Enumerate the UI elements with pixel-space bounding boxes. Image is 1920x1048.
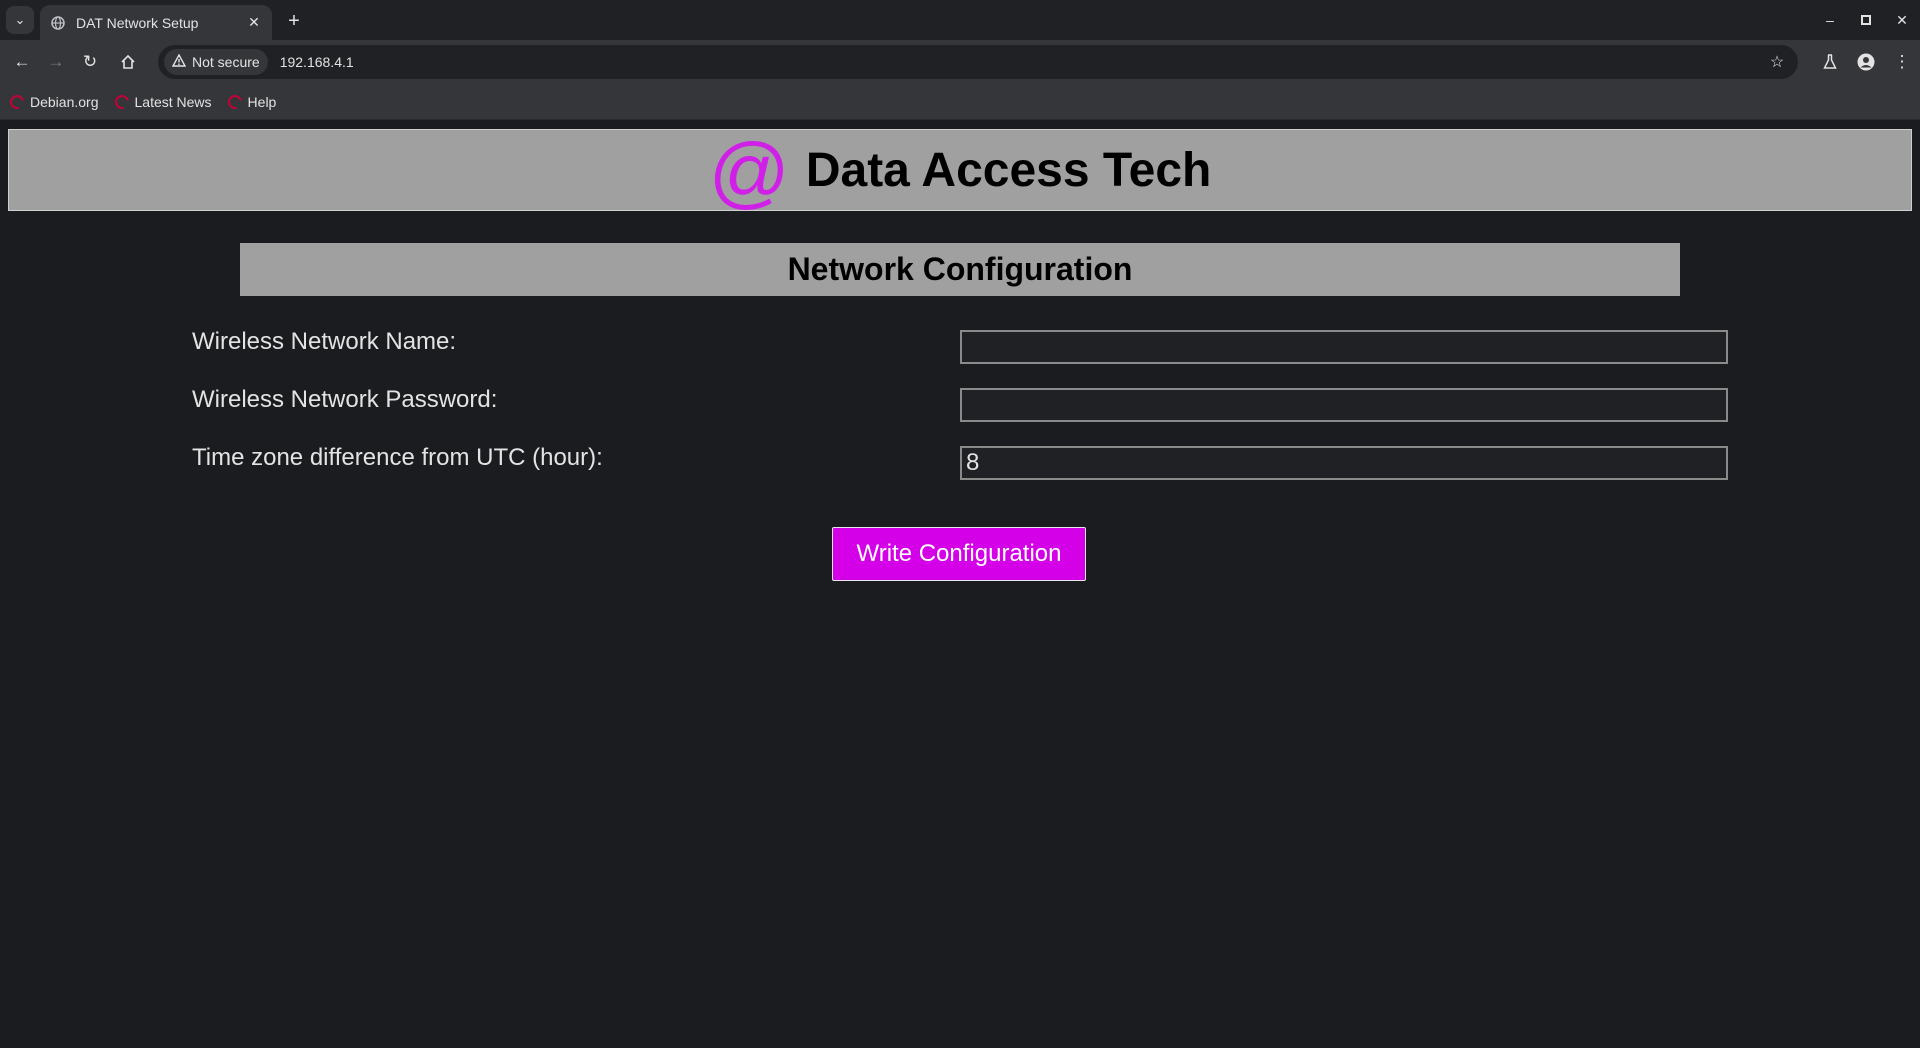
tab-active[interactable]: DAT Network Setup ✕	[40, 5, 272, 40]
debian-icon	[7, 91, 27, 112]
bookmark-label: Latest News	[134, 93, 212, 110]
tab-search-button[interactable]: ⌄	[6, 6, 34, 34]
bookmarks-bar: Debian.org Latest News Help	[0, 84, 1920, 120]
address-bar[interactable]: Not secure 192.168.4.1 ☆	[158, 45, 1798, 79]
security-label: Not secure	[192, 54, 260, 70]
timezone-label: Time zone difference from UTC (hour):	[192, 444, 603, 471]
new-tab-button[interactable]: +	[280, 7, 308, 35]
bookmark-label: Debian.org	[30, 93, 99, 110]
tab-strip: ⌄ DAT Network Setup ✕ + – ✕	[0, 0, 1920, 40]
window-controls: – ✕	[1812, 0, 1920, 40]
forward-arrow-icon[interactable]: →	[42, 48, 70, 76]
header-banner: @ Data Access Tech	[8, 127, 1912, 216]
chevron-down-icon: ⌄	[14, 12, 26, 27]
maximize-icon[interactable]	[1848, 0, 1884, 40]
minimize-icon[interactable]: –	[1812, 0, 1848, 40]
ssid-input[interactable]	[960, 330, 1728, 364]
logo-at-icon: @	[708, 127, 790, 216]
bookmark-latest-news[interactable]: Latest News	[111, 91, 212, 112]
form-row-ssid: Wireless Network Name:	[192, 328, 1728, 364]
timezone-input[interactable]	[960, 446, 1728, 480]
debian-icon	[224, 91, 245, 112]
brand-name: Data Access Tech	[805, 143, 1212, 197]
bookmark-debian-org[interactable]: Debian.org	[7, 91, 99, 112]
password-input[interactable]	[960, 388, 1728, 422]
tab-title: DAT Network Setup	[76, 14, 199, 31]
close-window-icon[interactable]: ✕	[1884, 0, 1920, 40]
home-icon[interactable]	[114, 48, 142, 76]
globe-icon	[50, 15, 66, 31]
page-viewport: @ Data Access Tech Network Configuration…	[0, 121, 1920, 1048]
form-row-password: Wireless Network Password:	[192, 386, 1728, 422]
password-label: Wireless Network Password:	[192, 386, 498, 413]
bookmark-star-icon[interactable]: ☆	[1764, 49, 1790, 75]
form-row-timezone: Time zone difference from UTC (hour):	[192, 444, 1728, 480]
profile-icon[interactable]	[1848, 48, 1884, 76]
labs-flask-icon[interactable]	[1812, 48, 1848, 76]
debian-icon	[111, 91, 132, 112]
write-configuration-button[interactable]: Write Configuration	[832, 527, 1086, 581]
page-title: Network Configuration	[787, 251, 1133, 287]
back-arrow-icon[interactable]: ←	[8, 48, 36, 76]
browser-toolbar: ← → ↻ Not secure 192.168.4.1 ☆ ⋮	[0, 40, 1920, 84]
toolbar-actions: ⋮	[1812, 48, 1920, 76]
security-chip[interactable]: Not secure	[164, 49, 268, 75]
url-text: 192.168.4.1	[279, 54, 354, 70]
warning-icon	[171, 53, 187, 70]
menu-kebab-icon[interactable]: ⋮	[1884, 48, 1920, 76]
section-banner: Network Configuration	[240, 243, 1680, 296]
ssid-label: Wireless Network Name:	[192, 328, 457, 355]
bookmark-label: Help	[247, 93, 277, 110]
reload-icon[interactable]: ↻	[76, 48, 104, 76]
bookmark-help[interactable]: Help	[224, 91, 277, 112]
close-icon[interactable]: ✕	[244, 13, 264, 33]
